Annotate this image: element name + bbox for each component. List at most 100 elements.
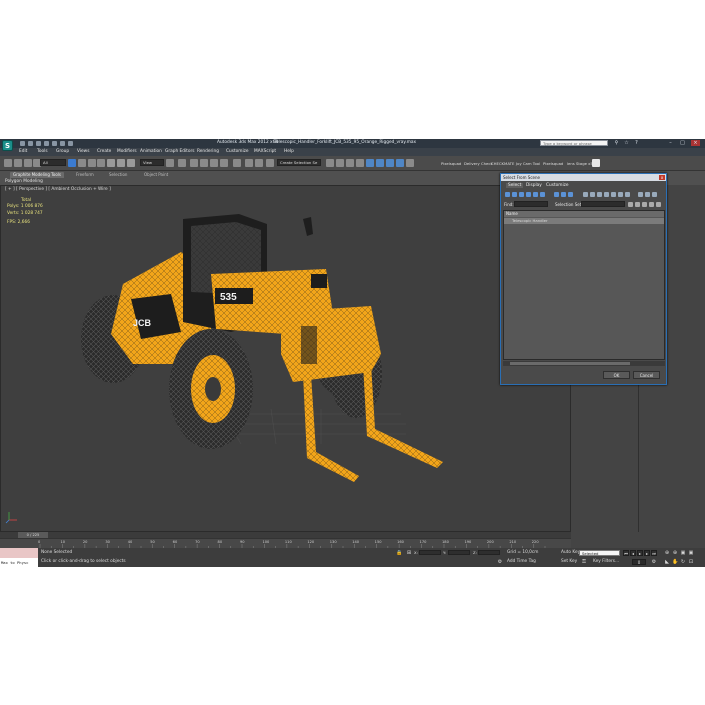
pivot-center-icon[interactable]: [166, 159, 174, 167]
play-icon[interactable]: ▸: [637, 550, 643, 556]
display-groups-icon[interactable]: [554, 192, 559, 197]
select-invert-icon[interactable]: [597, 192, 602, 197]
menu-help[interactable]: Help: [284, 149, 294, 154]
orbit-icon[interactable]: ↻: [680, 559, 686, 565]
selection-filter-dropdown[interactable]: All: [40, 159, 66, 166]
display-bones-icon[interactable]: [568, 192, 573, 197]
tab-graphite-modeling[interactable]: Graphite Modeling Tools: [10, 172, 65, 178]
undo-tool-icon[interactable]: [4, 159, 12, 167]
selection-set-dropdown[interactable]: [581, 201, 625, 207]
display-geometry-icon[interactable]: [505, 192, 510, 197]
maxscript-listener[interactable]: Max to Physc: [0, 548, 38, 567]
tool-pixelsquad[interactable]: Pixelsquad: [441, 161, 461, 166]
track-bar[interactable]: 0 10 20 30 40 50 60 70 80 90 100 110 120 130 140 150 160…: [0, 538, 571, 549]
selection-set-select-icon[interactable]: [649, 202, 654, 207]
render-iterative-icon[interactable]: [386, 159, 394, 167]
render-extra-icon[interactable]: [406, 159, 414, 167]
scale-icon[interactable]: [127, 159, 135, 167]
zoom-extents-all-icon[interactable]: ▣: [688, 550, 694, 556]
info-center-icon[interactable]: ⚲: [612, 140, 621, 146]
set-key-button[interactable]: Set Key: [561, 559, 577, 564]
display-shapes-icon[interactable]: [512, 192, 517, 197]
display-warps-icon[interactable]: [540, 192, 545, 197]
next-frame-icon[interactable]: ▸: [644, 550, 650, 556]
list-item[interactable]: Telescopic Handler: [504, 218, 664, 224]
perspective-viewport[interactable]: [ + ] [ Perspective ] [ Ambient Occlusio…: [0, 185, 571, 532]
render-setup-icon[interactable]: [356, 159, 364, 167]
tool-lens-stage[interactable]: lens Stage x5: [567, 161, 593, 166]
display-lights-icon[interactable]: [519, 192, 524, 197]
menu-views[interactable]: Views: [77, 149, 89, 154]
rendered-frame-icon[interactable]: [366, 159, 374, 167]
tab-object-paint[interactable]: Object Paint: [141, 172, 171, 178]
display-dependents-icon[interactable]: [625, 192, 630, 197]
maxscript-input[interactable]: Max to Physc: [0, 558, 38, 567]
go-to-end-icon[interactable]: ⏭: [651, 550, 657, 556]
rect-region-icon[interactable]: [88, 159, 96, 167]
menu-animation[interactable]: Animation: [140, 149, 162, 154]
display-children-icon[interactable]: [611, 192, 616, 197]
time-tag-icon[interactable]: ⚙: [497, 559, 503, 565]
options-icon[interactable]: [652, 192, 657, 197]
redo-icon[interactable]: [52, 141, 57, 146]
link-icon[interactable]: [24, 159, 32, 167]
go-to-start-icon[interactable]: ⏮: [623, 550, 629, 556]
tool-joy-cam[interactable]: Joy Cam Tool: [516, 161, 540, 166]
rotate-icon[interactable]: [117, 159, 125, 167]
snap-icon[interactable]: [190, 159, 198, 167]
auto-key-button[interactable]: Auto Key: [561, 550, 580, 555]
y-coordinate-field[interactable]: [448, 550, 470, 555]
layer-icon[interactable]: [266, 159, 274, 167]
select-all-icon[interactable]: [583, 192, 588, 197]
z-coordinate-field[interactable]: [478, 550, 500, 555]
fetch-icon[interactable]: [68, 141, 73, 146]
material-editor-icon[interactable]: [346, 159, 354, 167]
curve-editor-icon[interactable]: [326, 159, 334, 167]
render-active-icon[interactable]: [396, 159, 404, 167]
zoom-icon[interactable]: ⊕: [664, 550, 670, 556]
spinner-snap-icon[interactable]: [220, 159, 228, 167]
horizontal-scrollbar[interactable]: [503, 361, 665, 366]
select-by-name-icon[interactable]: [78, 159, 86, 167]
display-xrefs-icon[interactable]: [561, 192, 566, 197]
key-filters-button[interactable]: Key Filters...: [593, 559, 619, 564]
viewport-label[interactable]: [ + ] [ Perspective ] [ Ambient Occlusio…: [5, 187, 111, 192]
add-time-tag[interactable]: Add Time Tag: [507, 559, 536, 564]
scrollbar-thumb[interactable]: [510, 362, 630, 365]
select-none-icon[interactable]: [590, 192, 595, 197]
edit-named-sets-icon[interactable]: [233, 159, 241, 167]
search-input[interactable]: Type a keyword or phrase: [540, 140, 608, 146]
redo-tool-icon[interactable]: [14, 159, 22, 167]
dialog-menu-customize[interactable]: Customize: [546, 183, 569, 188]
key-icon[interactable]: ⚿: [581, 559, 587, 565]
tool-delivery-check[interactable]: Delivery Check: [464, 161, 493, 166]
current-frame-field[interactable]: 0: [632, 559, 646, 565]
named-selection-set-dropdown[interactable]: Create Selection Se: [277, 159, 321, 166]
telehandler-model[interactable]: JCB 535: [71, 214, 471, 524]
menu-create[interactable]: Create: [97, 149, 111, 154]
tab-selection[interactable]: Selection: [106, 172, 130, 178]
time-config-icon[interactable]: ⚙: [651, 559, 657, 565]
field-of-view-icon[interactable]: ◣: [664, 559, 670, 565]
align-icon[interactable]: [255, 159, 263, 167]
key-mode-dropdown[interactable]: Selected: [579, 550, 620, 556]
menu-rendering[interactable]: Rendering: [197, 149, 219, 154]
maximize-viewport-icon[interactable]: ⊡: [688, 559, 694, 565]
render-production-icon[interactable]: [376, 159, 384, 167]
reference-coord-dropdown[interactable]: View: [140, 159, 164, 166]
dialog-menu-select[interactable]: Select: [506, 183, 524, 188]
manipulate-icon[interactable]: [178, 159, 186, 167]
minimize-icon[interactable]: –: [666, 140, 675, 146]
dialog-menu-display[interactable]: Display: [526, 183, 542, 188]
close-icon[interactable]: ×: [691, 140, 700, 146]
selection-set-more-icon[interactable]: [656, 202, 661, 207]
sync-selection-icon[interactable]: [604, 192, 609, 197]
menu-edit[interactable]: Edit: [19, 149, 27, 154]
schematic-view-icon[interactable]: [336, 159, 344, 167]
help-icon[interactable]: ?: [632, 140, 641, 146]
window-crossing-icon[interactable]: [97, 159, 105, 167]
menu-graph-editors[interactable]: Graph Editors: [165, 149, 195, 154]
app-logo-icon[interactable]: S: [2, 140, 13, 151]
display-influences-icon[interactable]: [618, 192, 623, 197]
x-coordinate-field[interactable]: [419, 550, 441, 555]
